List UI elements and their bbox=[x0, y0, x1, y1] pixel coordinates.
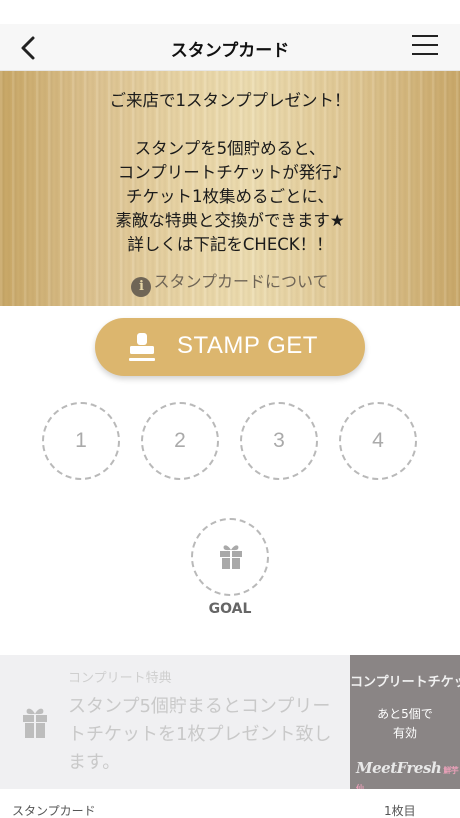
ticket-status-line: あと5個で bbox=[377, 707, 433, 721]
banner-line: 素敵な特典と交換ができます★ bbox=[115, 211, 345, 230]
brand-logo: MeetFresh 鮮芋仙 bbox=[356, 759, 459, 789]
goal-label: GOAL bbox=[208, 601, 252, 617]
complete-ticket[interactable]: コンプリートチケット あと5個で 有効 MeetFresh鮮芋仙 bbox=[350, 655, 460, 789]
stamp-slot: 3 bbox=[240, 402, 318, 480]
ticket-status-line: 有効 bbox=[392, 726, 417, 740]
gift-icon bbox=[220, 545, 242, 569]
gift-icon bbox=[23, 708, 47, 738]
info-banner: ご来店で1スタンププレゼント！ スタンプを5個貯めると、 コンプリートチケットが… bbox=[0, 71, 460, 306]
banner-line: スタンプを5個貯めると、 bbox=[134, 139, 326, 158]
info-icon: i bbox=[131, 277, 152, 297]
bonus-description: スタンプ5個貯まるとコンプリートチケットを1枚プレゼント致します。 bbox=[68, 696, 332, 773]
about-link-label: スタンプカードについて bbox=[153, 272, 329, 291]
goal-slot bbox=[191, 518, 269, 596]
complete-bonus-panel: コンプリート特典 スタンプ5個貯まるとコンプリートチケットを1枚プレゼント致しま… bbox=[0, 655, 350, 789]
hamburger-menu-icon bbox=[412, 35, 440, 55]
card-name: スタンプカード bbox=[12, 804, 96, 818]
page-title: スタンプカード bbox=[170, 41, 290, 61]
banner-line: コンプリートチケットが発行♪ bbox=[117, 163, 343, 182]
nav-bar: スタンプカード bbox=[0, 24, 460, 71]
ticket-title: コンプリートチケット bbox=[350, 675, 460, 690]
stamp-slot: 2 bbox=[141, 402, 219, 480]
menu-button[interactable] bbox=[412, 35, 440, 59]
bonus-title: コンプリート特典 bbox=[68, 671, 172, 686]
stamp-get-label: STAMP GET bbox=[177, 332, 318, 359]
stamp-get-button[interactable]: STAMP GET bbox=[95, 318, 365, 376]
banner-headline: ご来店で1スタンププレゼント！ bbox=[109, 91, 351, 110]
card-footer: スタンプカード 1枚目 bbox=[0, 789, 460, 818]
about-stamp-card-link[interactable]: i スタンプカードについて bbox=[0, 268, 460, 297]
stamp-slot: 1 bbox=[42, 402, 120, 480]
status-area bbox=[0, 0, 460, 24]
stamp-slot: 4 bbox=[339, 402, 417, 480]
ticket-status: あと5個で 有効 bbox=[350, 705, 460, 743]
card-count: 1枚目 bbox=[384, 804, 416, 818]
banner-line: チケット1枚集めるごとに、 bbox=[125, 187, 334, 206]
stamp-icon bbox=[129, 333, 155, 361]
banner-line: 詳しくは下記をCHECK！！ bbox=[127, 235, 333, 254]
